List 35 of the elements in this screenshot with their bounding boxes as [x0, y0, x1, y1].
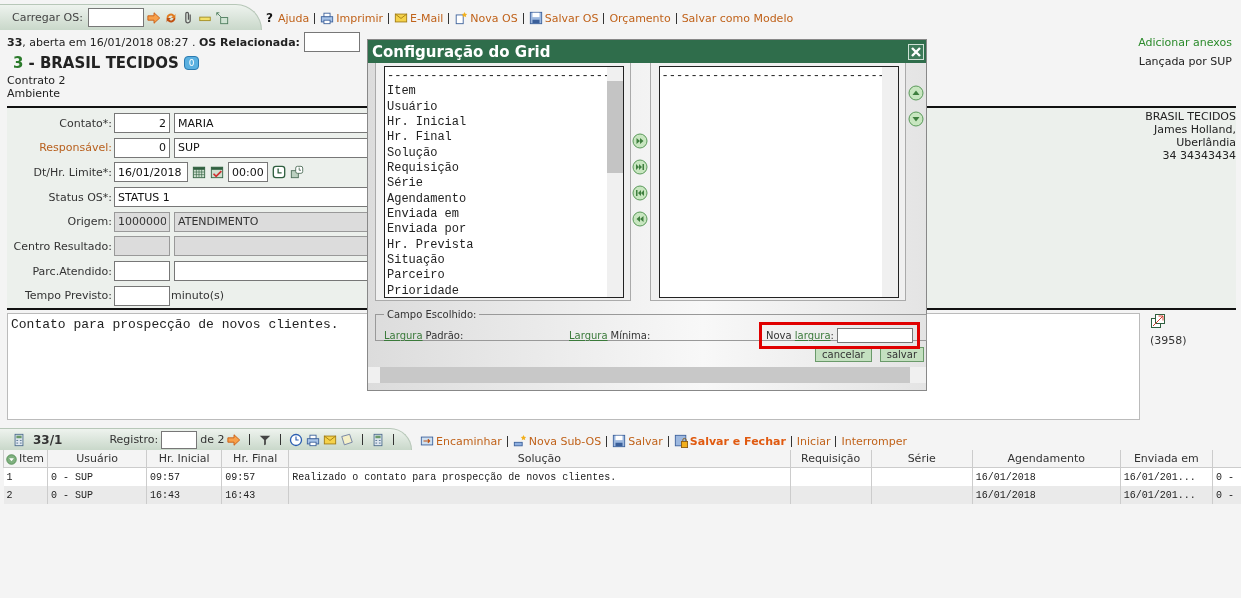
address-line: BRASIL TECIDOS — [1145, 110, 1236, 123]
width-label: Padrão: — [425, 330, 464, 341]
width-label: Mínima: — [610, 330, 651, 341]
load-label: Carregar OS: — [12, 11, 83, 24]
field-label: Centro Resultado: — [12, 239, 112, 253]
field-label: Contato*: — [58, 116, 112, 130]
panel-legend: Campo Escolhido: — [384, 309, 480, 320]
table-cell: 16:43 — [146, 486, 222, 504]
table-cell: 0 - — [1212, 486, 1241, 504]
info-line: Ambiente — [7, 87, 62, 100]
record-count: 33/1 — [33, 432, 63, 447]
new-width-label: Nova largura: — [766, 330, 834, 341]
table-cell: 2 — [3, 486, 48, 504]
total-label: de 2 — [200, 433, 225, 446]
dialog-title: Configuração do Grid — [372, 42, 551, 61]
table-cell: 16/01/2018 — [972, 486, 1121, 504]
registro-label: Registro: — [109, 433, 159, 446]
address-line: 34 34343434 — [1161, 149, 1236, 162]
field-label: Dt/Hr. Limite*: — [32, 165, 112, 179]
field-label: Origem: — [66, 215, 112, 229]
field-label: Status OS*: — [47, 190, 112, 204]
unit-label: minuto(s) — [171, 289, 225, 303]
table-cell: 16:43 — [221, 486, 289, 504]
client-name: - BRASIL TECIDOS — [28, 54, 179, 72]
order-summary: 33, aberta em 16/01/2018 08:27 . OS Relacionada: — [7, 35, 300, 49]
info-line: Contrato 2 — [7, 74, 67, 87]
field-label: Tempo Previsto: — [23, 289, 112, 303]
table-cell: 0 - SUP — [47, 486, 147, 504]
launched-by: Lançada por SUP — [1138, 55, 1232, 68]
address-line: James Holland, — [1152, 123, 1236, 136]
address-line: Uberlândia — [1175, 136, 1236, 149]
field-label: Parc.Atendido: — [31, 264, 112, 278]
character-count: (3958) — [1150, 334, 1187, 347]
table-cell: 16/01/201... — [1120, 486, 1213, 504]
client-code: 3 — [13, 54, 24, 72]
